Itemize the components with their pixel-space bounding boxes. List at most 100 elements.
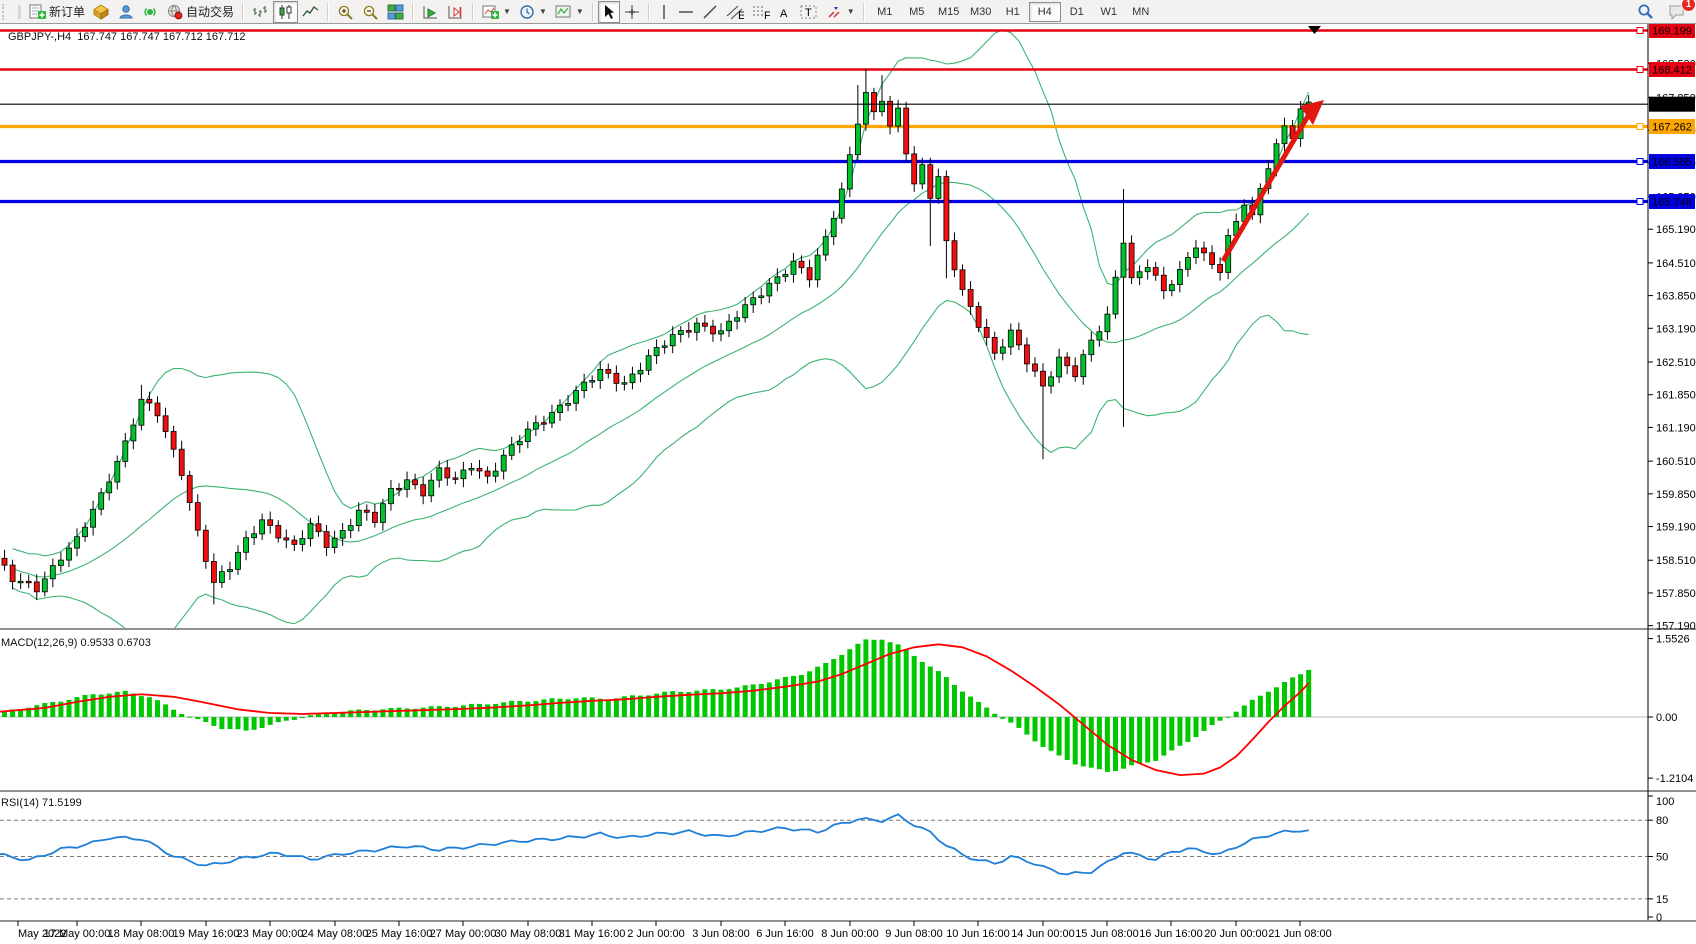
- community-button[interactable]: [114, 1, 138, 23]
- toolbar-drag-handle[interactable]: [2, 4, 9, 20]
- chart-macd-divider[interactable]: [0, 628, 1696, 630]
- svg-text:30 May 08:00: 30 May 08:00: [495, 928, 562, 940]
- cursor-icon: [602, 4, 616, 20]
- price-badge-167.262: 167.262: [1649, 119, 1695, 134]
- gold-cube-icon: [93, 4, 110, 20]
- svg-text:166.555: 166.555: [1652, 157, 1692, 169]
- crosshair-icon: [624, 4, 640, 20]
- vline-icon: [658, 4, 670, 20]
- bar-chart-button[interactable]: [248, 1, 273, 23]
- time-axis[interactable]: May 202217 May 00:0018 May 08:0019 May 1…: [18, 921, 1332, 940]
- timeframe-m5-button[interactable]: M5: [901, 2, 933, 22]
- zoom-out-button[interactable]: [358, 1, 383, 23]
- indicators-icon: [482, 4, 499, 20]
- clipped-icon-icon: [15, 4, 21, 20]
- horizontal-line-button[interactable]: [674, 1, 698, 23]
- candlestick-chart-button[interactable]: [273, 1, 298, 23]
- hline-icon: [678, 4, 694, 20]
- timeframe-h1-button[interactable]: H1: [997, 2, 1029, 22]
- hline-handle[interactable]: [1637, 159, 1643, 165]
- market-button[interactable]: [89, 1, 114, 23]
- text-button[interactable]: A: [774, 1, 796, 23]
- line-chart-button[interactable]: [298, 1, 323, 23]
- svg-text:E: E: [738, 10, 744, 20]
- svg-text:A: A: [780, 8, 788, 20]
- crosshair-button[interactable]: [620, 1, 644, 23]
- timeframe-m15-button[interactable]: M15: [933, 2, 965, 22]
- svg-text:167.712: 167.712: [1652, 99, 1692, 111]
- cursor-button[interactable]: [598, 1, 620, 23]
- svg-text:165.748: 165.748: [1652, 197, 1692, 209]
- svg-text:161.850: 161.850: [1656, 390, 1696, 402]
- chevron-down-icon[interactable]: ▼: [576, 7, 584, 16]
- label-t-icon: T: [800, 4, 818, 20]
- clipped-toolbar-icon[interactable]: [11, 1, 25, 23]
- svg-text:159.190: 159.190: [1656, 522, 1696, 534]
- main-toolbar: 新订单 自动交易 ▼ ▼ ▼ EFAT ▼ M1M5M15M30H1H4D1W1MN 1: [0, 0, 1696, 24]
- horizontal-line-objects[interactable]: [0, 28, 1648, 205]
- text-label-button[interactable]: T: [796, 1, 822, 23]
- new-order-button[interactable]: 新订单: [25, 1, 89, 23]
- periods-button[interactable]: ▼: [515, 1, 551, 23]
- timeframe-m30-button[interactable]: M30: [965, 2, 997, 22]
- chat-button[interactable]: 1: [1664, 1, 1690, 23]
- macd-indicator-label: MACD(12,26,9) 0.9533 0.6703: [1, 637, 151, 649]
- trendline-button[interactable]: [698, 1, 722, 23]
- chart-candles-icon: [277, 4, 294, 20]
- chevron-down-icon[interactable]: ▼: [847, 7, 855, 16]
- svg-text:10 Jun 16:00: 10 Jun 16:00: [946, 928, 1010, 940]
- svg-text:163.190: 163.190: [1656, 323, 1696, 335]
- arrows-button[interactable]: ▼: [822, 1, 859, 23]
- hline-handle[interactable]: [1637, 124, 1643, 130]
- rsi-panel: [0, 814, 1648, 899]
- rsi-indicator-label: RSI(14) 71.5199: [1, 797, 82, 809]
- trend-arrow-line[interactable]: [1223, 116, 1308, 261]
- price-badge-166.555: 166.555: [1649, 154, 1695, 169]
- chevron-down-icon[interactable]: ▼: [503, 7, 511, 16]
- candles-layer: [0, 69, 1311, 605]
- svg-text:159.850: 159.850: [1656, 489, 1696, 501]
- fibo-icon: F: [752, 4, 770, 20]
- toolbar-separator: [863, 3, 865, 21]
- zoom-out-icon: [362, 4, 379, 20]
- svg-text:6 Jun 16:00: 6 Jun 16:00: [756, 928, 814, 940]
- search-button[interactable]: [1633, 1, 1658, 23]
- rsi-line: [0, 814, 1309, 874]
- price-badge-167.712: 167.712: [1649, 97, 1695, 112]
- macd-rsi-divider[interactable]: [0, 790, 1696, 792]
- templates-button[interactable]: ▼: [551, 1, 588, 23]
- timeframe-d1-button[interactable]: D1: [1061, 2, 1093, 22]
- equidistant-channel-button[interactable]: E: [722, 1, 748, 23]
- toolbar-separator: [592, 3, 594, 21]
- notification-badge[interactable]: 1: [1681, 0, 1696, 12]
- chevron-down-icon[interactable]: ▼: [539, 7, 547, 16]
- svg-text:19 May 16:00: 19 May 16:00: [173, 928, 240, 940]
- autotrading-button[interactable]: 自动交易: [162, 1, 238, 23]
- vertical-line-button[interactable]: [654, 1, 674, 23]
- svg-text:2 Jun 00:00: 2 Jun 00:00: [627, 928, 685, 940]
- timeframe-m1-button[interactable]: M1: [869, 2, 901, 22]
- zoom-in-button[interactable]: [333, 1, 358, 23]
- svg-text:1.5526: 1.5526: [1656, 634, 1690, 646]
- rsi-time-divider[interactable]: [0, 920, 1696, 922]
- svg-text:31 May 16:00: 31 May 16:00: [559, 928, 626, 940]
- svg-text:169.199: 169.199: [1652, 26, 1692, 38]
- hline-handle[interactable]: [1637, 67, 1643, 73]
- signals-button[interactable]: [138, 1, 162, 23]
- fibonacci-button[interactable]: F: [748, 1, 774, 23]
- tile-windows-button[interactable]: [383, 1, 408, 23]
- svg-text:165.190: 165.190: [1656, 224, 1696, 236]
- timeframe-w1-button[interactable]: W1: [1093, 2, 1125, 22]
- svg-text:80: 80: [1656, 815, 1668, 827]
- timeframe-h4-button[interactable]: H4: [1029, 2, 1061, 22]
- chart-shift-icon: [447, 4, 464, 20]
- chart-shift-button[interactable]: [443, 1, 468, 23]
- toolbar-separator: [327, 3, 329, 21]
- hline-handle[interactable]: [1637, 199, 1643, 205]
- indicators-button[interactable]: ▼: [478, 1, 515, 23]
- hline-handle[interactable]: [1637, 28, 1643, 34]
- auto-scroll-button[interactable]: [418, 1, 443, 23]
- svg-text:25 May 16:00: 25 May 16:00: [366, 928, 433, 940]
- chart-canvas[interactable]: 168.530167.850167.190166.530165.850165.1…: [0, 0, 1696, 944]
- timeframe-mn-button[interactable]: MN: [1125, 2, 1157, 22]
